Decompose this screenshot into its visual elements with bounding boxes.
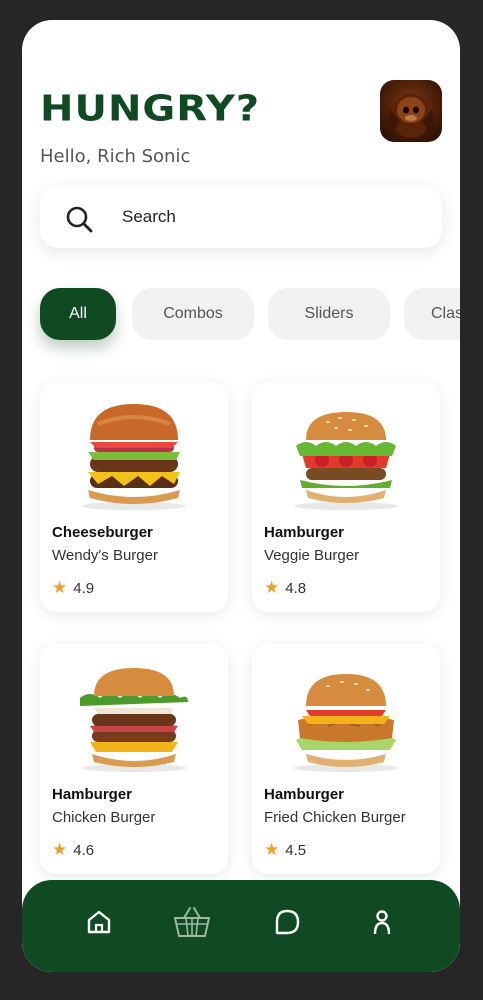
chat-icon (275, 909, 300, 935)
category-chip-classic[interactable]: Clas (404, 288, 460, 340)
rating-value: 4.9 (73, 579, 95, 597)
profile-icon (373, 910, 391, 935)
veggie-burger-image (294, 412, 398, 510)
app-screen: HUNGRY? Hello, Rich Sonic All Combos Sli… (22, 20, 460, 972)
search-icon (66, 206, 93, 233)
product-name: Hamburger (264, 524, 345, 541)
star-icon: ★ (264, 578, 280, 597)
category-chip-combos[interactable]: Combos (132, 288, 254, 340)
product-subtitle: Fried Chicken Burger (264, 809, 406, 826)
home-icon (87, 910, 111, 934)
category-chip-label: Clas (431, 305, 460, 322)
category-chip-label: Combos (163, 305, 223, 322)
basket-icon (174, 907, 210, 937)
greeting-text: Hello, Rich Sonic (40, 146, 191, 167)
product-rating: ★ 4.6 (52, 840, 94, 860)
rating-value: 4.6 (73, 841, 95, 859)
product-subtitle: Veggie Burger (264, 547, 360, 564)
search-input[interactable] (122, 200, 422, 234)
category-filter: All Combos Sliders Clas (40, 288, 460, 344)
fried-chicken-burger-image (294, 674, 398, 772)
star-icon: ★ (52, 578, 68, 597)
avatar[interactable] (380, 80, 442, 142)
nav-home[interactable] (79, 902, 119, 942)
product-rating: ★ 4.9 (52, 578, 94, 598)
search-bar[interactable] (40, 186, 442, 248)
category-chip-label: Sliders (304, 305, 354, 322)
product-subtitle: Chicken Burger (52, 809, 156, 826)
bottom-navigation (22, 880, 460, 972)
product-subtitle: Wendy's Burger (52, 547, 158, 564)
avatar-image (387, 89, 435, 138)
product-card[interactable]: Hamburger Fried Chicken Burger ★ 4.5 (252, 644, 440, 874)
nav-basket[interactable] (172, 902, 212, 942)
product-card[interactable]: Hamburger Chicken Burger ★ 4.6 (40, 644, 228, 874)
product-card[interactable]: Cheeseburger Wendy's Burger ★ 4.9 (40, 382, 228, 612)
star-icon: ★ (52, 840, 68, 859)
chicken-burger-image (80, 668, 188, 772)
nav-profile[interactable] (362, 902, 402, 942)
product-name: Hamburger (52, 786, 133, 803)
category-chip-sliders[interactable]: Sliders (268, 288, 390, 340)
nav-chat[interactable] (267, 902, 307, 942)
cheeseburger-image (82, 404, 186, 510)
product-rating: ★ 4.5 (264, 840, 306, 860)
page-title: HUNGRY? (40, 88, 261, 130)
category-chip-all[interactable]: All (40, 288, 116, 340)
product-name: Cheeseburger (52, 524, 153, 541)
product-name: Hamburger (264, 786, 345, 803)
product-card[interactable]: Hamburger Veggie Burger ★ 4.8 (252, 382, 440, 612)
rating-value: 4.8 (285, 579, 307, 597)
product-rating: ★ 4.8 (264, 578, 306, 598)
category-chip-label: All (69, 305, 87, 322)
star-icon: ★ (264, 840, 280, 859)
rating-value: 4.5 (285, 841, 307, 859)
